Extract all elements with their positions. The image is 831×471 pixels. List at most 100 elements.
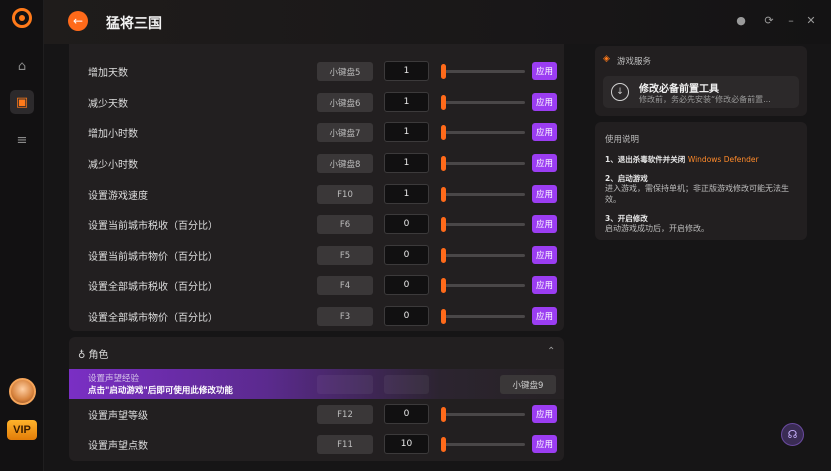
value-slider[interactable] xyxy=(441,254,525,257)
service-header: ◈ 游戏服务 xyxy=(603,54,651,67)
step-1-highlight: Windows Defender xyxy=(687,155,759,164)
hotkey-button[interactable]: 小键盘8 xyxy=(317,154,373,173)
cheat-label: 设置声望等级 xyxy=(88,411,148,422)
hotkey-button[interactable]: 小键盘9 xyxy=(500,375,556,394)
close-button[interactable]: ✕ xyxy=(804,13,818,27)
apply-button[interactable]: 应用 xyxy=(532,405,557,423)
value-input[interactable]: 0 xyxy=(384,245,429,265)
hotkey-button[interactable]: 小键盘6 xyxy=(317,93,373,112)
hotkey-button[interactable]: F11 xyxy=(317,435,373,454)
value-input[interactable]: 1 xyxy=(384,92,429,112)
locked-row: 设置声望经验 点击"启动游戏"后即可使用此修改功能 小键盘9 xyxy=(69,369,564,399)
slider-handle[interactable] xyxy=(441,156,446,171)
slider-handle[interactable] xyxy=(441,95,446,110)
value-slider[interactable] xyxy=(441,162,525,165)
value-input[interactable]: 1 xyxy=(384,61,429,81)
apply-button[interactable]: 应用 xyxy=(532,435,557,453)
app-logo-icon xyxy=(12,8,32,28)
hotkey-button[interactable]: F12 xyxy=(317,405,373,424)
value-input[interactable]: 1 xyxy=(384,184,429,204)
vip-badge[interactable]: VIP xyxy=(7,420,37,440)
library-icon[interactable]: ≡ xyxy=(10,128,34,152)
prerequisite-tool-item[interactable]: ↓ 修改必备前置工具 修改前，务必先安装“修改必备前置... xyxy=(603,76,799,108)
tool-name: 修改必备前置工具 xyxy=(639,84,719,95)
slider-handle[interactable] xyxy=(441,309,446,324)
apply-button[interactable]: 应用 xyxy=(532,123,557,141)
value-input[interactable]: 0 xyxy=(384,306,429,326)
settings-icon[interactable]: ● xyxy=(734,13,748,27)
apply-button[interactable]: 应用 xyxy=(532,154,557,172)
download-icon: ↓ xyxy=(611,83,629,101)
value-slider[interactable] xyxy=(441,443,525,446)
slider-handle[interactable] xyxy=(441,125,446,140)
list-item: 设置声望点数 F11 10 应用 xyxy=(69,429,564,460)
games-icon[interactable]: ▣ xyxy=(10,90,34,114)
hotkey-button[interactable]: F3 xyxy=(317,307,373,326)
value-input[interactable]: 1 xyxy=(384,122,429,142)
list-item: 设置声望等级 F12 0 应用 xyxy=(69,399,564,430)
step-3-desc: 启动游戏成功后，开启修改。 xyxy=(605,224,709,233)
disabled-input xyxy=(384,375,429,394)
apply-button[interactable]: 应用 xyxy=(532,62,557,80)
cheat-label: 设置声望经验 xyxy=(88,374,140,384)
hotkey-button[interactable]: F10 xyxy=(317,185,373,204)
apply-button[interactable]: 应用 xyxy=(532,246,557,264)
slider-handle[interactable] xyxy=(441,187,446,202)
value-input[interactable]: 0 xyxy=(384,214,429,234)
value-input[interactable]: 10 xyxy=(384,434,429,454)
slider-handle[interactable] xyxy=(441,64,446,79)
value-input[interactable]: 0 xyxy=(384,404,429,424)
list-item: 设置当前城市税收（百分比） F6 0 应用 xyxy=(69,209,564,240)
hotkey-button[interactable]: 小键盘7 xyxy=(317,123,373,142)
value-slider[interactable] xyxy=(441,101,525,104)
back-button[interactable]: ← xyxy=(68,11,88,31)
hotkey-button[interactable]: F5 xyxy=(317,246,373,265)
apply-button[interactable]: 应用 xyxy=(532,185,557,203)
slider-handle[interactable] xyxy=(441,437,446,452)
slider-handle[interactable] xyxy=(441,278,446,293)
value-slider[interactable] xyxy=(441,131,525,134)
value-slider[interactable] xyxy=(441,315,525,318)
value-slider[interactable] xyxy=(441,284,525,287)
box-icon: ◈ xyxy=(603,54,610,64)
hotkey-button[interactable]: F4 xyxy=(317,276,373,295)
value-input[interactable]: 1 xyxy=(384,153,429,173)
title-bar: ← 猛将三国 ● ⟳ – ✕ xyxy=(44,0,831,44)
slider-handle[interactable] xyxy=(441,217,446,232)
character-section: ♁ 角色 ⌃ 设置声望经验 点击"启动游戏"后即可使用此修改功能 小键盘9 设置… xyxy=(69,337,564,461)
cheat-label: 增加天数 xyxy=(88,68,128,79)
cheat-label: 设置当前城市物价（百分比） xyxy=(88,252,218,263)
value-slider[interactable] xyxy=(441,413,525,416)
section-title: 角色 xyxy=(88,350,109,361)
slider-handle[interactable] xyxy=(441,407,446,422)
list-item: 减少小时数 小键盘8 1 应用 xyxy=(69,148,564,179)
value-slider[interactable] xyxy=(441,223,525,226)
refresh-icon[interactable]: ⟳ xyxy=(762,13,776,27)
avatar[interactable] xyxy=(9,378,36,405)
value-input[interactable]: 0 xyxy=(384,275,429,295)
list-item: 设置当前城市物价（百分比） F5 0 应用 xyxy=(69,240,564,271)
step-1-text: 1、退出杀毒软件并关闭 xyxy=(605,155,686,164)
hotkey-button[interactable]: 小键盘5 xyxy=(317,62,373,81)
minimize-button[interactable]: – xyxy=(784,13,798,27)
hotkey-button[interactable]: F6 xyxy=(317,215,373,234)
cheat-label: 设置当前城市税收（百分比） xyxy=(88,221,218,232)
apply-button[interactable]: 应用 xyxy=(532,276,557,294)
section-header[interactable]: ♁ 角色 xyxy=(78,346,109,361)
value-slider[interactable] xyxy=(441,193,525,196)
list-item: 减少天数 小键盘6 1 应用 xyxy=(69,87,564,118)
tool-description: 修改前，务必先安装“修改必备前置... xyxy=(639,95,771,104)
apply-button[interactable]: 应用 xyxy=(532,93,557,111)
chevron-up-icon[interactable]: ⌃ xyxy=(547,346,555,357)
support-headset-icon[interactable]: ☊ xyxy=(781,423,804,446)
game-service-card: ◈ 游戏服务 ↓ 修改必备前置工具 修改前，务必先安装“修改必备前置... xyxy=(595,46,807,116)
cheat-label: 增加小时数 xyxy=(88,129,138,140)
slider-handle[interactable] xyxy=(441,248,446,263)
apply-button[interactable]: 应用 xyxy=(532,307,557,325)
cheat-list: 增加天数 小键盘5 1 应用 减少天数 小键盘6 1 应用 增加小时数 小键盘7… xyxy=(69,44,564,331)
apply-button[interactable]: 应用 xyxy=(532,215,557,233)
cheat-label: 设置游戏速度 xyxy=(88,191,148,202)
value-slider[interactable] xyxy=(441,70,525,73)
home-icon[interactable]: ⌂ xyxy=(10,54,34,78)
cheat-label: 设置声望点数 xyxy=(88,441,148,452)
